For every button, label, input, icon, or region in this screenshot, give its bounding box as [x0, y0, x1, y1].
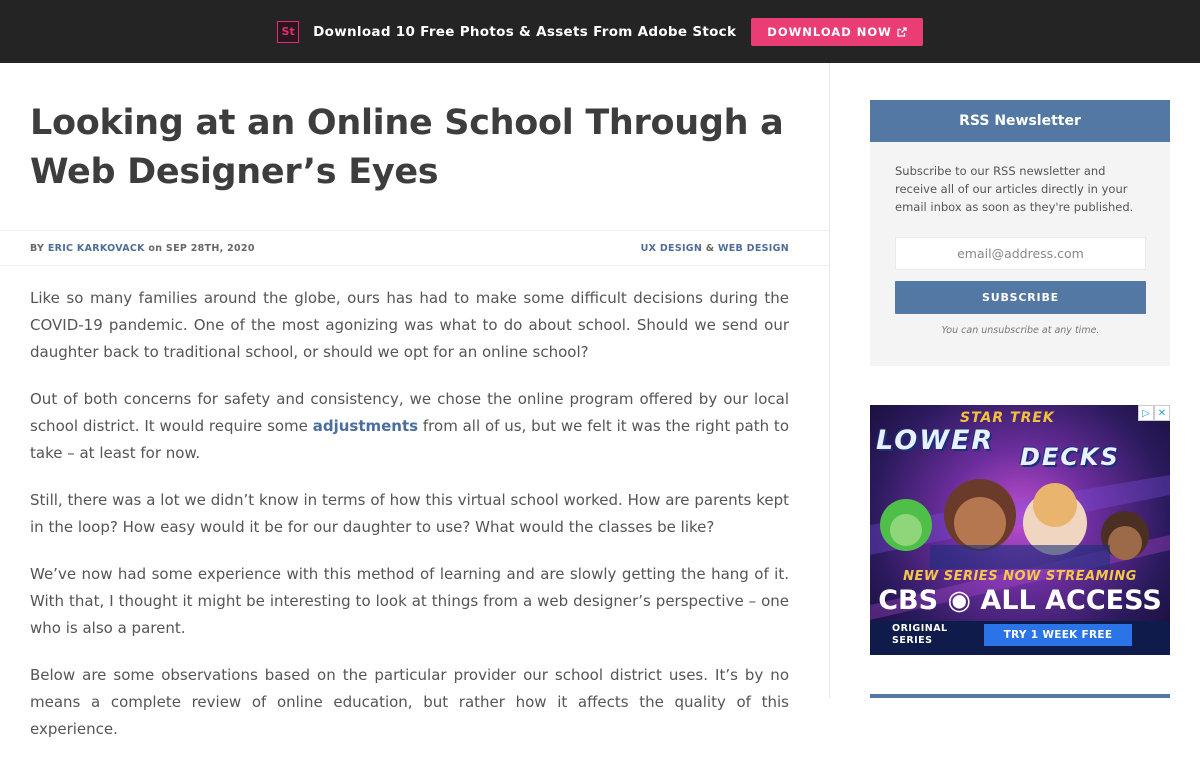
- paragraph: Below are some observations based on the…: [30, 666, 789, 738]
- advertisement[interactable]: ▷ ✕ STAR TREK LOWER DECKS NEW SERIES NOW…: [870, 405, 1170, 655]
- ad-original-line: ORIGINAL: [892, 623, 948, 634]
- promo-text: Download 10 Free Photos & Assets From Ad…: [313, 23, 737, 40]
- next-widget-header: [870, 694, 1170, 698]
- article-title: Looking at an Online School Through a We…: [30, 103, 784, 192]
- article-body: Like so many families around the globe, …: [30, 285, 789, 763]
- ad-decks-text: DECKS: [1020, 443, 1120, 471]
- ad-lower-text: LOWER: [876, 425, 995, 456]
- newsletter-description: Subscribe to our RSS newsletter and rece…: [895, 164, 1134, 214]
- unsubscribe-note: You can unsubscribe at any time.: [941, 325, 1100, 336]
- newsletter-widget: RSS Newsletter Subscribe to our RSS news…: [870, 100, 1170, 366]
- promo-bar: St Download 10 Free Photos & Assets From…: [0, 0, 1200, 63]
- ad-try-free-button[interactable]: TRY 1 WEEK FREE: [984, 624, 1132, 646]
- category-web-design-link[interactable]: WEB DESIGN: [718, 243, 789, 254]
- author-link[interactable]: ERIC KARKOVACK: [48, 243, 145, 254]
- ad-series-line: SERIES: [892, 635, 933, 646]
- paragraph: We’ve now had some experience with this …: [30, 565, 789, 637]
- byline-on: on: [148, 242, 163, 254]
- paragraph: Out of both concerns for safety and cons…: [30, 386, 789, 467]
- subscribe-button[interactable]: SUBSCRIBE: [895, 281, 1146, 314]
- article-meta: BY ERIC KARKOVACK on SEP 28TH, 2020 UX D…: [0, 230, 830, 266]
- ad-new-series-text: NEW SERIES NOW STREAMING: [903, 569, 1137, 584]
- email-input[interactable]: email@address.com: [895, 237, 1146, 270]
- ad-star-trek-text: STAR TREK: [960, 410, 1055, 426]
- sidebar: RSS Newsletter Subscribe to our RSS news…: [831, 63, 1200, 698]
- adobe-stock-logo-icon: St: [277, 20, 300, 43]
- post-date: SEP 28TH, 2020: [165, 242, 255, 254]
- external-link-icon: [897, 26, 907, 37]
- category-separator: &: [705, 242, 715, 254]
- download-now-button[interactable]: DOWNLOAD NOW: [751, 17, 923, 46]
- paragraph: Like so many families around the globe, …: [30, 289, 789, 361]
- paragraph: Still, there was a lot we didn’t know in…: [30, 491, 789, 536]
- ad-cbs-text: CBS ◉ ALL ACCESS: [878, 585, 1162, 616]
- adjustments-link[interactable]: adjustments: [313, 417, 418, 435]
- newsletter-heading: RSS Newsletter: [870, 100, 1170, 142]
- category-ux-design-link[interactable]: UX DESIGN: [641, 243, 703, 254]
- ad-original-series: ORIGINAL SERIES: [892, 623, 948, 647]
- byline: BY ERIC KARKOVACK on SEP 28TH, 2020: [30, 243, 255, 254]
- categories: UX DESIGN & WEB DESIGN: [641, 243, 789, 254]
- download-now-label: DOWNLOAD NOW: [767, 24, 892, 39]
- byline-by: BY: [30, 242, 45, 254]
- article-column: Looking at an Online School Through a We…: [0, 63, 830, 738]
